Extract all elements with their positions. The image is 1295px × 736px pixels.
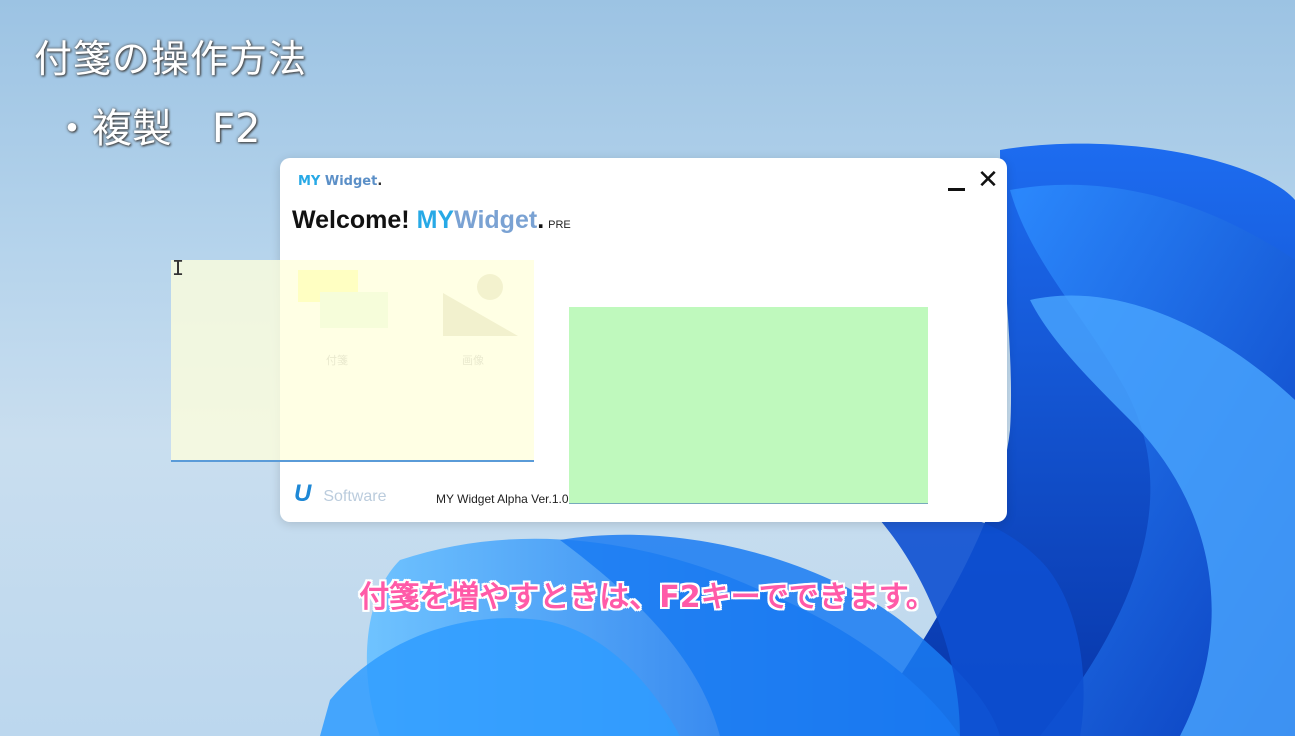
software-logo: U Software bbox=[294, 480, 386, 508]
close-button[interactable]: ✕ bbox=[976, 165, 1000, 195]
slide-bullet: ・複製 F2 bbox=[52, 106, 261, 152]
sticky-note-green[interactable] bbox=[569, 307, 928, 504]
software-logo-mark: U bbox=[294, 480, 312, 507]
welcome-text: Welcome! bbox=[292, 206, 410, 234]
pre-badge: PRE bbox=[548, 219, 571, 231]
slide-title: 付箋の操作方法 bbox=[34, 37, 308, 81]
welcome-my: MY bbox=[416, 206, 455, 234]
app-logo: MY Widget. bbox=[298, 174, 382, 189]
subtitle-caption: 付箋を増やすときは、F2キーでできます。 bbox=[359, 580, 936, 615]
welcome-widget: Widget bbox=[454, 206, 538, 234]
version-label: MY Widget Alpha Ver.1.0 bbox=[436, 492, 569, 506]
logo-dot: . bbox=[377, 174, 383, 189]
minimize-button[interactable] bbox=[945, 168, 969, 192]
logo-my: MY bbox=[298, 174, 321, 189]
sticky-note-yellow[interactable] bbox=[171, 260, 534, 462]
welcome-dot: . bbox=[537, 206, 545, 234]
logo-widget: Widget bbox=[324, 174, 378, 189]
close-icon: ✕ bbox=[977, 165, 999, 195]
welcome-heading: Welcome! MYWidget. PRE bbox=[292, 206, 571, 235]
text-cursor-icon: I bbox=[172, 256, 185, 280]
software-logo-text: Software bbox=[323, 488, 387, 505]
